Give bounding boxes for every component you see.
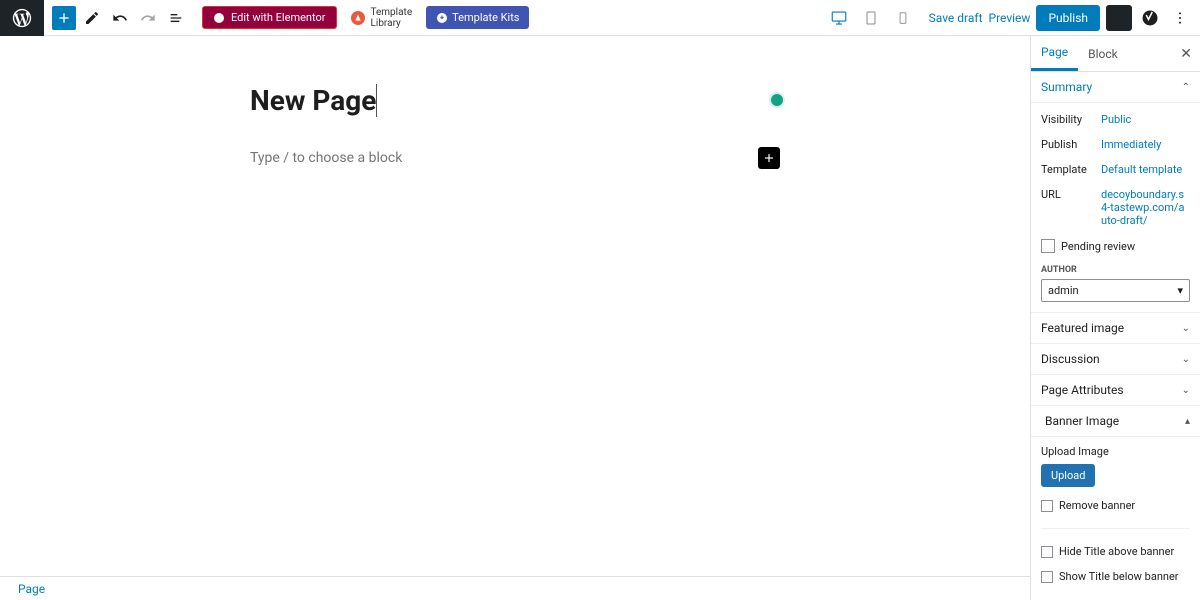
- plus-icon: [56, 10, 72, 26]
- add-block-button[interactable]: [52, 6, 76, 30]
- url-value[interactable]: decoyboundary.s4-tastewp.com/auto-draft/: [1101, 188, 1190, 227]
- template-library-label: Template Library: [371, 7, 413, 29]
- summary-panel-body: VisibilityPublic PublishImmediately Temp…: [1031, 103, 1200, 313]
- settings-sidebar: Page Block ✕ Summary ⌃ VisibilityPublic …: [1030, 36, 1200, 600]
- toolbar-left-group: Edit with Elementor Template Library Tem…: [52, 6, 529, 30]
- redo-icon: [140, 10, 156, 26]
- remove-banner-label: Remove banner: [1059, 499, 1135, 512]
- kebab-icon: [1172, 10, 1188, 26]
- remove-banner-checkbox[interactable]: [1041, 500, 1053, 512]
- edit-mode-button[interactable]: [80, 6, 104, 30]
- banner-image-body: Upload Image Upload Remove banner Hide T…: [1031, 437, 1200, 597]
- tab-page[interactable]: Page: [1031, 36, 1078, 71]
- page-attributes-label: Page Attributes: [1041, 383, 1124, 397]
- chevron-down-icon: ⌄: [1182, 385, 1190, 396]
- chevron-down-icon: ▾: [1177, 284, 1183, 297]
- template-value[interactable]: Default template: [1101, 163, 1190, 176]
- yoast-icon: [1141, 9, 1159, 27]
- banner-image-panel-header[interactable]: Banner Image ▴: [1031, 406, 1200, 437]
- preview-button[interactable]: Preview: [989, 11, 1031, 25]
- publish-key: Publish: [1041, 138, 1101, 151]
- visibility-value[interactable]: Public: [1101, 113, 1190, 126]
- pending-review-checkbox[interactable]: [1041, 239, 1055, 253]
- tablet-view-button[interactable]: [859, 6, 883, 30]
- template-kits-button[interactable]: Template Kits: [426, 6, 529, 29]
- add-block-inline-button[interactable]: [758, 147, 780, 169]
- banner-image-label: Banner Image: [1045, 414, 1119, 428]
- hide-title-above-row: Hide Title above banner: [1041, 539, 1190, 564]
- template-kits-label: Template Kits: [452, 11, 519, 24]
- pencil-icon: [84, 10, 100, 26]
- hide-title-above-checkbox[interactable]: [1041, 546, 1053, 558]
- device-preview-group: [827, 6, 915, 30]
- desktop-icon: [830, 9, 848, 27]
- featured-image-panel-header[interactable]: Featured image ⌄: [1031, 313, 1200, 344]
- author-label: AUTHOR: [1041, 265, 1190, 275]
- summary-label: Summary: [1041, 80, 1092, 94]
- template-key: Template: [1041, 163, 1101, 176]
- mobile-icon: [896, 11, 910, 25]
- hide-title-above-label: Hide Title above banner: [1059, 545, 1174, 558]
- page-attributes-panel-header[interactable]: Page Attributes ⌄: [1031, 375, 1200, 406]
- show-title-below-checkbox[interactable]: [1041, 571, 1053, 583]
- upload-image-label: Upload Image: [1041, 445, 1190, 458]
- pending-review-row: Pending review: [1041, 233, 1190, 259]
- yoast-button[interactable]: [1138, 6, 1162, 30]
- remove-banner-row: Remove banner: [1041, 493, 1190, 518]
- options-menu-button[interactable]: [1168, 6, 1192, 30]
- publish-button[interactable]: Publish: [1036, 5, 1100, 31]
- editor-canvas: New Page Type / to choose a block Page: [0, 36, 1030, 600]
- redo-button[interactable]: [136, 6, 160, 30]
- desktop-view-button[interactable]: [827, 6, 851, 30]
- download-icon: [436, 12, 448, 24]
- plus-icon: [762, 151, 776, 165]
- wordpress-icon: [11, 7, 33, 29]
- page-title-input[interactable]: New Page: [250, 84, 377, 117]
- tab-block[interactable]: Block: [1078, 36, 1128, 71]
- chevron-down-icon: ⌄: [1182, 323, 1190, 334]
- discussion-panel-header[interactable]: Discussion ⌄: [1031, 344, 1200, 375]
- title-row: New Page: [250, 84, 780, 117]
- breadcrumb[interactable]: Page: [18, 582, 45, 596]
- visibility-key: Visibility: [1041, 113, 1101, 126]
- url-key: URL: [1041, 188, 1101, 227]
- bottom-breadcrumb-bar: Page: [0, 576, 1030, 600]
- envato-icon: [351, 11, 365, 25]
- upload-button[interactable]: Upload: [1041, 464, 1095, 487]
- elementor-icon: [213, 12, 225, 24]
- undo-button[interactable]: [108, 6, 132, 30]
- block-placeholder[interactable]: Type / to choose a block: [250, 150, 402, 166]
- chevron-down-icon: ⌄: [1182, 354, 1190, 365]
- main-area: New Page Type / to choose a block Page P…: [0, 36, 1200, 600]
- author-value: admin: [1048, 284, 1079, 297]
- pending-review-label: Pending review: [1061, 240, 1135, 253]
- settings-button[interactable]: [1106, 5, 1132, 31]
- show-title-below-row: Show Title below banner: [1041, 564, 1190, 589]
- edit-elementor-label: Edit with Elementor: [231, 11, 326, 24]
- mobile-view-button[interactable]: [891, 6, 915, 30]
- author-select[interactable]: admin ▾: [1041, 279, 1190, 302]
- featured-image-label: Featured image: [1041, 321, 1124, 335]
- tablet-icon: [863, 10, 879, 26]
- save-draft-button[interactable]: Save draft: [929, 11, 983, 25]
- publish-value[interactable]: Immediately: [1101, 138, 1190, 151]
- close-sidebar-button[interactable]: ✕: [1180, 46, 1192, 62]
- discussion-label: Discussion: [1041, 352, 1100, 366]
- show-title-below-label: Show Title below banner: [1059, 570, 1179, 583]
- top-toolbar: Edit with Elementor Template Library Tem…: [0, 0, 1200, 36]
- summary-panel-header[interactable]: Summary ⌃: [1031, 72, 1200, 103]
- undo-icon: [112, 10, 128, 26]
- chevron-up-icon: ⌃: [1182, 82, 1190, 93]
- wordpress-logo[interactable]: [0, 0, 44, 36]
- edit-with-elementor-button[interactable]: Edit with Elementor: [202, 6, 337, 29]
- sidebar-tabs: Page Block ✕: [1031, 36, 1200, 72]
- template-library-button[interactable]: Template Library: [351, 7, 413, 29]
- toolbar-right-group: Save draft Preview Publish: [827, 5, 1192, 31]
- chevron-up-icon: ▴: [1185, 416, 1190, 427]
- outline-icon: [168, 10, 184, 26]
- block-inserter-row: Type / to choose a block: [250, 147, 780, 169]
- document-outline-button[interactable]: [164, 6, 188, 30]
- grammarly-status-icon[interactable]: [769, 92, 785, 108]
